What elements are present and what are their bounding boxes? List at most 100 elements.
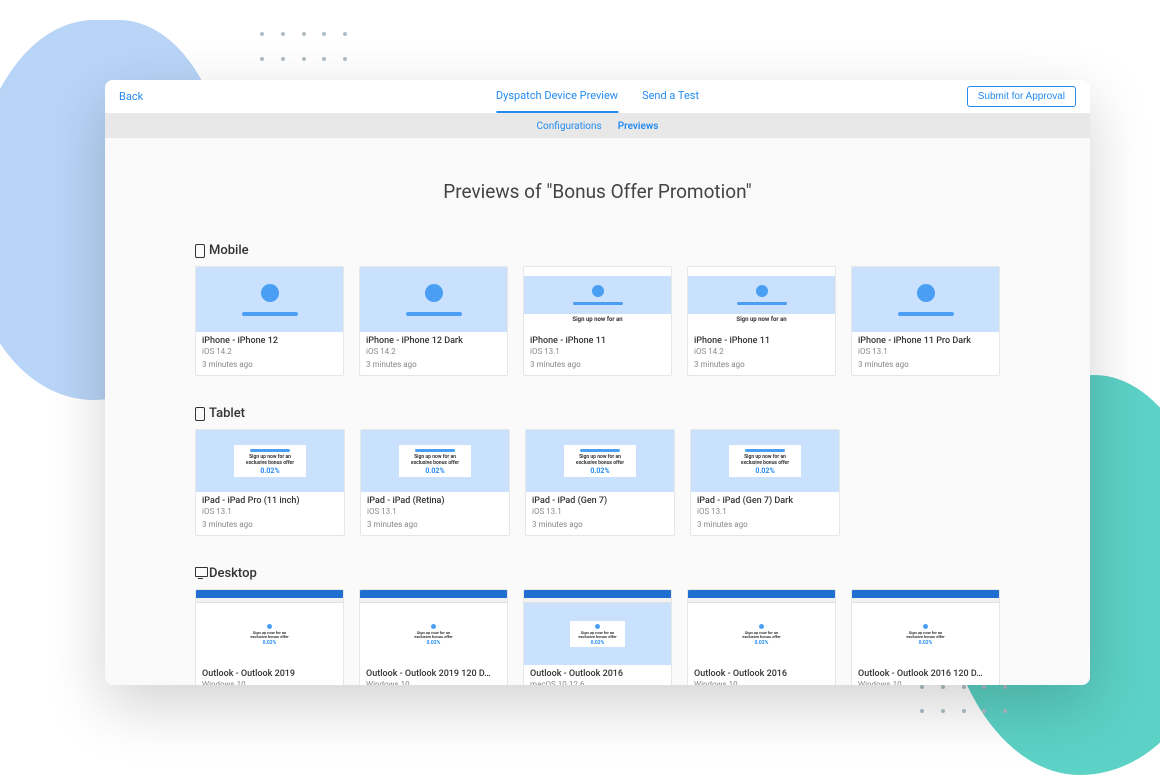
card-meta: Outlook - Outlook 2019 120 D… Windows 10… — [360, 665, 507, 685]
back-link[interactable]: Back — [119, 90, 143, 103]
preview-thumbnail: Sign up now for anexclusive bonus offer … — [691, 430, 839, 492]
card-os: iOS 13.1 — [202, 507, 338, 516]
preview-thumbnail: Sign up now for anexclusive bonus offer … — [196, 590, 343, 665]
tab-device-preview[interactable]: Dyspatch Device Preview — [496, 80, 618, 113]
preview-card[interactable]: iPhone - iPhone 12 Dark iOS 14.2 3 minut… — [359, 266, 508, 376]
preview-card[interactable]: Sign up now for anexclusive bonus offer … — [195, 429, 345, 536]
preview-card[interactable]: Sign up now for anexclusive bonus offer … — [851, 589, 1000, 685]
card-meta: Outlook - Outlook 2019 Windows 10 3 minu… — [196, 665, 343, 685]
card-title: Outlook - Outlook 2016 120 D… — [858, 669, 993, 679]
app-window: Back Dyspatch Device Preview Send a Test… — [105, 80, 1090, 685]
content-area: Previews of "Bonus Offer Promotion" Mobi… — [105, 138, 1090, 685]
submit-for-approval-button[interactable]: Submit for Approval — [967, 86, 1076, 107]
card-time: 3 minutes ago — [367, 520, 503, 529]
section-heading: Desktop — [195, 566, 1000, 581]
card-row: Sign up now for anexclusive bonus offer … — [195, 429, 1000, 536]
preview-thumbnail: Sign up now for anexclusive bonus offer … — [361, 430, 509, 492]
card-meta: iPhone - iPhone 12 iOS 14.2 3 minutes ag… — [196, 332, 343, 375]
preview-card[interactable]: Sign up now for anexclusive bonus offer … — [687, 589, 836, 685]
preview-thumbnail — [360, 267, 507, 332]
card-os: iOS 14.2 — [366, 347, 501, 356]
card-os: iOS 13.1 — [532, 507, 668, 516]
secondary-tabs: Configurations Previews — [105, 114, 1090, 138]
preview-thumbnail: Sign up now for anexclusive bonus offer … — [196, 430, 344, 492]
primary-tabs: Dyspatch Device Preview Send a Test — [496, 80, 699, 113]
tab-configurations[interactable]: Configurations — [537, 121, 602, 132]
card-title: iPhone - iPhone 11 — [694, 336, 829, 346]
card-title: iPhone - iPhone 11 Pro Dark — [858, 336, 993, 346]
section-heading-label: Tablet — [209, 406, 245, 421]
preview-card[interactable]: Sign up now for anexclusive bonus offer … — [690, 429, 840, 536]
tab-previews[interactable]: Previews — [618, 121, 659, 132]
section-heading-label: Mobile — [209, 243, 249, 258]
card-os: iOS 14.2 — [202, 347, 337, 356]
card-title: Outlook - Outlook 2019 120 D… — [366, 669, 501, 679]
card-meta: iPad - iPad (Gen 7) Dark iOS 13.1 3 minu… — [691, 492, 839, 535]
card-meta: Outlook - Outlook 2016 Windows 10 3 minu… — [688, 665, 835, 685]
preview-card[interactable]: iPhone - iPhone 12 iOS 14.2 3 minutes ag… — [195, 266, 344, 376]
preview-thumbnail: Sign up now for an — [524, 267, 671, 332]
device-icon — [195, 407, 205, 420]
card-meta: iPhone - iPhone 11 iOS 14.2 3 minutes ag… — [688, 332, 835, 375]
card-os: Windows 10 — [202, 680, 337, 685]
card-title: iPhone - iPhone 12 Dark — [366, 336, 501, 346]
card-title: iPad - iPad (Retina) — [367, 496, 503, 506]
card-time: 3 minutes ago — [858, 360, 993, 369]
page-title: Previews of "Bonus Offer Promotion" — [195, 180, 1000, 203]
section-heading-label: Desktop — [209, 566, 257, 581]
card-meta: Outlook - Outlook 2016 macOS 10.12.6 3 m… — [524, 665, 671, 685]
card-time: 3 minutes ago — [366, 360, 501, 369]
preview-thumbnail: Sign up now for anexclusive bonus offer … — [524, 590, 671, 665]
card-time: 3 minutes ago — [694, 360, 829, 369]
card-title: iPhone - iPhone 12 — [202, 336, 337, 346]
card-os: iOS 13.1 — [858, 347, 993, 356]
preview-thumbnail: Sign up now for anexclusive bonus offer … — [526, 430, 674, 492]
preview-thumbnail: Sign up now for anexclusive bonus offer … — [852, 590, 999, 665]
card-meta: iPad - iPad Pro (11 inch) iOS 13.1 3 min… — [196, 492, 344, 535]
card-title: iPad - iPad Pro (11 inch) — [202, 496, 338, 506]
card-os: iOS 13.1 — [697, 507, 833, 516]
preview-card[interactable]: Sign up now for anexclusive bonus offer … — [195, 589, 344, 685]
preview-thumbnail: Sign up now for anexclusive bonus offer … — [360, 590, 507, 665]
card-os: macOS 10.12.6 — [530, 680, 665, 685]
card-time: 3 minutes ago — [532, 520, 668, 529]
section-heading: Tablet — [195, 406, 1000, 421]
card-title: Outlook - Outlook 2016 — [694, 669, 829, 679]
preview-thumbnail — [196, 267, 343, 332]
preview-card[interactable]: Sign up now for anexclusive bonus offer … — [359, 589, 508, 685]
card-meta: iPad - iPad (Retina) iOS 13.1 3 minutes … — [361, 492, 509, 535]
preview-card[interactable]: Sign up now for anexclusive bonus offer … — [525, 429, 675, 536]
card-time: 3 minutes ago — [697, 520, 833, 529]
card-meta: Outlook - Outlook 2016 120 D… Windows 10… — [852, 665, 999, 685]
card-title: iPhone - iPhone 11 — [530, 336, 665, 346]
card-meta: iPad - iPad (Gen 7) iOS 13.1 3 minutes a… — [526, 492, 674, 535]
card-os: iOS 13.1 — [530, 347, 665, 356]
preview-thumbnail — [852, 267, 999, 332]
card-os: Windows 10 — [694, 680, 829, 685]
card-time: 3 minutes ago — [202, 360, 337, 369]
card-os: iOS 14.2 — [694, 347, 829, 356]
card-title: Outlook - Outlook 2016 — [530, 669, 665, 679]
section-heading: Mobile — [195, 243, 1000, 258]
preview-card[interactable]: Sign up now for an iPhone - iPhone 11 iO… — [523, 266, 672, 376]
card-time: 3 minutes ago — [202, 520, 338, 529]
preview-card[interactable]: Sign up now for anexclusive bonus offer … — [360, 429, 510, 536]
card-os: iOS 13.1 — [367, 507, 503, 516]
card-title: iPad - iPad (Gen 7) Dark — [697, 496, 833, 506]
preview-card[interactable]: Sign up now for an iPhone - iPhone 11 iO… — [687, 266, 836, 376]
card-title: Outlook - Outlook 2019 — [202, 669, 337, 679]
device-icon — [195, 244, 205, 257]
card-meta: iPhone - iPhone 11 iOS 13.1 3 minutes ag… — [524, 332, 671, 375]
desktop-icon — [195, 567, 205, 580]
card-meta: iPhone - iPhone 11 Pro Dark iOS 13.1 3 m… — [852, 332, 999, 375]
preview-thumbnail: Sign up now for an — [688, 267, 835, 332]
card-row: Sign up now for anexclusive bonus offer … — [195, 589, 1000, 685]
tab-send-test[interactable]: Send a Test — [642, 80, 699, 113]
preview-thumbnail: Sign up now for anexclusive bonus offer … — [688, 590, 835, 665]
card-os: Windows 10 — [366, 680, 501, 685]
preview-card[interactable]: iPhone - iPhone 11 Pro Dark iOS 13.1 3 m… — [851, 266, 1000, 376]
header-primary: Back Dyspatch Device Preview Send a Test… — [105, 80, 1090, 114]
card-meta: iPhone - iPhone 12 Dark iOS 14.2 3 minut… — [360, 332, 507, 375]
preview-card[interactable]: Sign up now for anexclusive bonus offer … — [523, 589, 672, 685]
card-row: iPhone - iPhone 12 iOS 14.2 3 minutes ag… — [195, 266, 1000, 376]
